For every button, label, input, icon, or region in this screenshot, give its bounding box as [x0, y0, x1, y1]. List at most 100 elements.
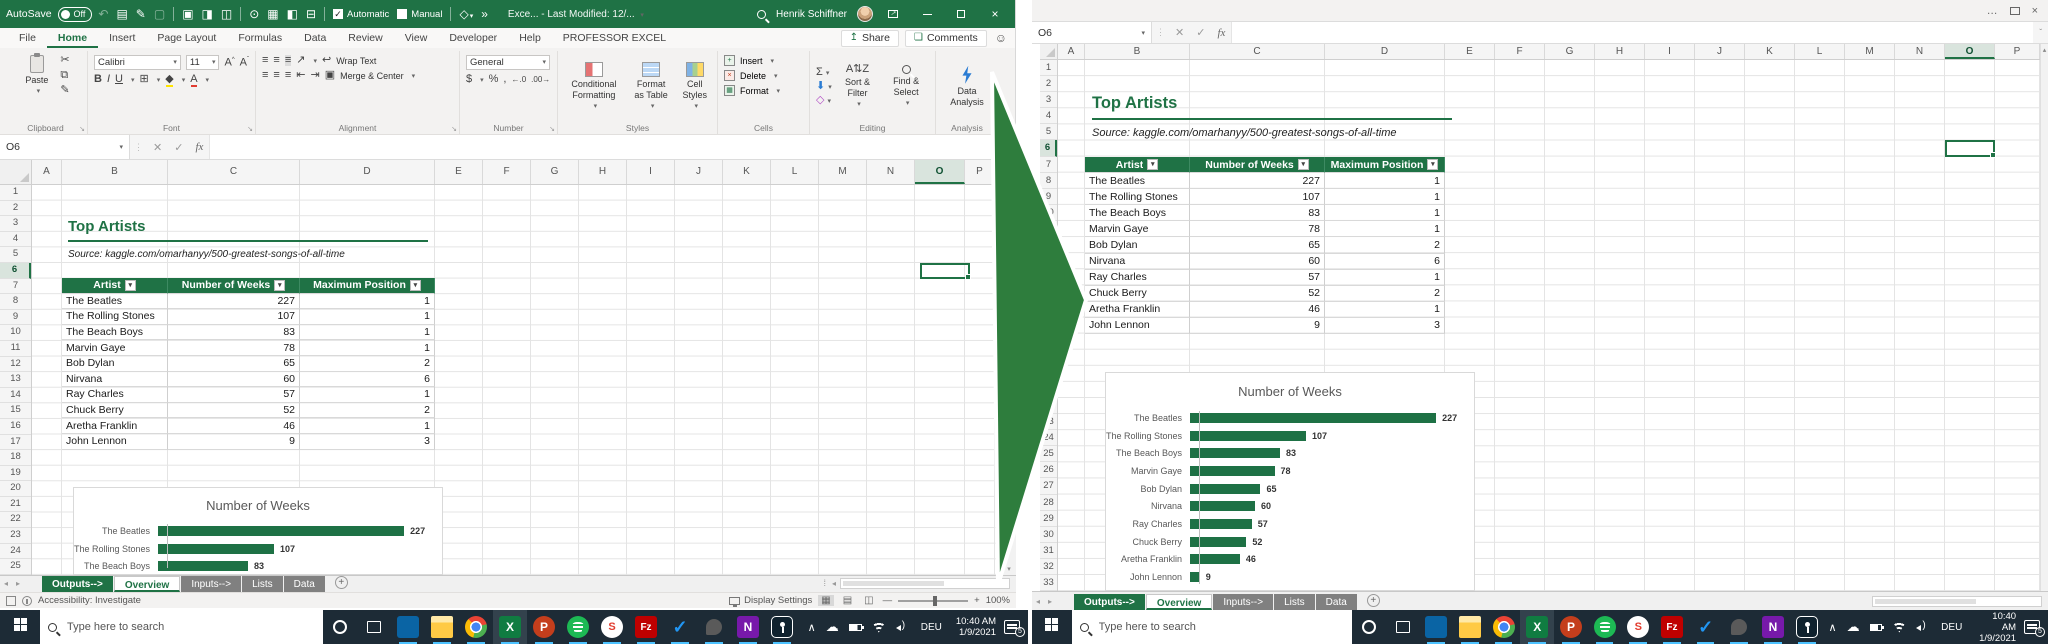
macro-record-icon[interactable] — [6, 595, 16, 606]
scroll-down-icon[interactable]: ▾ — [1002, 565, 1016, 573]
table-cell[interactable]: 2 — [300, 355, 435, 372]
table-header-maximum-position[interactable]: Maximum Position ▾ — [1325, 157, 1445, 174]
grid-column-K[interactable] — [723, 185, 771, 575]
more-commands-icon[interactable]: » — [481, 8, 488, 20]
grow-font-icon[interactable]: A^ — [224, 57, 234, 69]
normal-view-icon[interactable]: ▦ — [818, 595, 834, 606]
row-header-3[interactable]: 3 — [0, 216, 31, 232]
row-header-23[interactable]: 23 — [0, 528, 31, 544]
dialog-launcher-icon[interactable]: ↘ — [247, 125, 253, 133]
table-cell[interactable]: 1 — [1325, 189, 1445, 206]
table-cell[interactable]: 57 — [168, 387, 300, 403]
row-header-32[interactable]: 32 — [1040, 559, 1057, 575]
row-header-11[interactable]: 11 — [0, 341, 31, 357]
row-header-1[interactable]: 1 — [0, 185, 31, 201]
column-header-P[interactable]: P — [1995, 44, 2040, 59]
increase-indent-icon[interactable]: ⇥ — [310, 70, 319, 81]
row-header-4[interactable]: 4 — [0, 232, 31, 248]
powerpoint-button[interactable]: P — [527, 610, 561, 644]
row-header-8[interactable]: 8 — [0, 294, 31, 310]
column-header-O[interactable]: O — [1945, 44, 1995, 59]
table-cell[interactable]: Nirvana — [62, 371, 168, 388]
table-cell[interactable]: 9 — [168, 433, 300, 450]
insert-button[interactable]: Insert — [740, 56, 763, 66]
bar-chart[interactable]: Number of Weeks The Beatles 227 The Rolling… — [1105, 372, 1475, 591]
formula-input[interactable] — [209, 135, 1015, 159]
table-cell[interactable]: Marvin Gaye — [62, 340, 168, 356]
row-header-10[interactable]: 10 — [0, 325, 31, 341]
align-left-icon[interactable]: ≡ — [262, 70, 268, 81]
grid-column-M[interactable] — [819, 185, 867, 575]
password-app-button[interactable] — [1790, 610, 1824, 644]
excel-button[interactable]: X — [493, 610, 527, 644]
table-cell[interactable]: 52 — [1190, 285, 1325, 302]
grid-column-O[interactable] — [915, 185, 965, 575]
ribbon-tab-review[interactable]: Review — [337, 28, 393, 48]
spotify-button[interactable] — [1588, 610, 1622, 644]
increase-decimal-icon[interactable]: ←.0 — [511, 75, 526, 84]
find-select-button[interactable]: Find & Select ▾ — [883, 65, 929, 108]
battery-icon[interactable] — [848, 623, 864, 631]
row-header-26[interactable]: 26 — [1040, 462, 1057, 479]
tab-scroll-left-icon[interactable]: ◂ — [0, 579, 12, 592]
ribbon-tab-developer[interactable]: Developer — [438, 28, 508, 48]
search-input[interactable] — [1096, 620, 1297, 634]
table-cell[interactable]: The Rolling Stones — [62, 309, 168, 325]
sheet-tab-outputs[interactable]: Outputs--> — [1074, 594, 1145, 610]
ribbon-tab-view[interactable]: View — [394, 28, 439, 48]
filter-icon[interactable]: ▾ — [1427, 159, 1439, 171]
row-header-10[interactable]: 10 — [1040, 205, 1057, 221]
taskbar-search[interactable] — [1071, 610, 1353, 644]
column-header-D[interactable]: D — [1325, 44, 1445, 59]
row-header-14[interactable]: 14 — [1040, 269, 1057, 286]
ribbon-tab-data[interactable]: Data — [293, 28, 337, 48]
currency-icon[interactable]: $ — [466, 74, 472, 85]
tab-scroll-right-icon[interactable]: ▸ — [12, 579, 24, 592]
row-header-18[interactable]: 18 — [1040, 334, 1057, 350]
table-cell[interactable]: The Beach Boys — [62, 324, 168, 341]
align-middle-icon[interactable]: ≡ — [273, 55, 279, 66]
filter-icon[interactable]: ▾ — [1297, 159, 1309, 171]
chrome-button[interactable] — [1487, 610, 1521, 644]
table-cell[interactable]: 107 — [1190, 189, 1325, 206]
row-header-23[interactable]: 23 — [1040, 414, 1057, 431]
name-box[interactable]: O6 ▾ — [1032, 22, 1152, 43]
task-view-button[interactable] — [357, 610, 391, 644]
cancel-icon[interactable]: ✕ — [1169, 26, 1190, 39]
table-header-number-of-weeks[interactable]: Number of Weeks ▾ — [168, 278, 300, 294]
ribbon-tab-home[interactable]: Home — [46, 28, 99, 48]
table-cell[interactable]: 227 — [1190, 173, 1325, 190]
column-header-E[interactable]: E — [1445, 44, 1495, 59]
print-icon[interactable]: ◫ — [221, 8, 232, 20]
row-header-15[interactable]: 15 — [1040, 285, 1057, 302]
hscroll-left-icon[interactable]: ◂ — [828, 579, 840, 592]
column-header-C[interactable]: C — [168, 160, 300, 184]
powerpoint-button[interactable]: P — [1554, 610, 1588, 644]
taskbar-clock[interactable]: 10:40 AM 1/9/2021 — [956, 616, 996, 638]
table-cell[interactable]: 57 — [1190, 269, 1325, 286]
tab-scroll-right-icon[interactable]: ▸ — [1044, 597, 1056, 610]
table-cell[interactable]: 1 — [1325, 173, 1445, 190]
column-header-P[interactable]: P — [965, 160, 995, 184]
dialog-launcher-icon[interactable]: ↘ — [451, 125, 457, 133]
row-header-16[interactable]: 16 — [1040, 301, 1057, 318]
user-name[interactable]: Henrik Schiffner — [776, 9, 847, 20]
undo-icon[interactable]: ↶ — [98, 8, 108, 20]
row-header-4[interactable]: 4 — [1040, 108, 1057, 125]
display-settings-button[interactable]: Display Settings — [729, 595, 812, 607]
row-header-13[interactable]: 13 — [0, 372, 31, 388]
table-cell[interactable]: Chuck Berry — [62, 402, 168, 419]
table-cell[interactable]: Aretha Franklin — [1085, 301, 1190, 318]
wifi-icon[interactable] — [871, 621, 886, 633]
format-painter-icon[interactable]: ✎ — [136, 8, 146, 20]
sheet-tab-lists[interactable]: Lists — [1274, 594, 1315, 610]
insert-function-icon[interactable]: fx — [1211, 27, 1231, 39]
table-cell[interactable]: Ray Charles — [1085, 269, 1190, 286]
outlook-button[interactable] — [1419, 610, 1453, 644]
cortana-button[interactable] — [323, 610, 357, 644]
table-cell[interactable]: 1 — [300, 340, 435, 356]
table-cell[interactable]: 1 — [1325, 269, 1445, 286]
table-cell[interactable]: Aretha Franklin — [62, 418, 168, 434]
bird-app-button[interactable] — [1722, 610, 1756, 644]
row-header-19[interactable]: 19 — [0, 466, 31, 482]
